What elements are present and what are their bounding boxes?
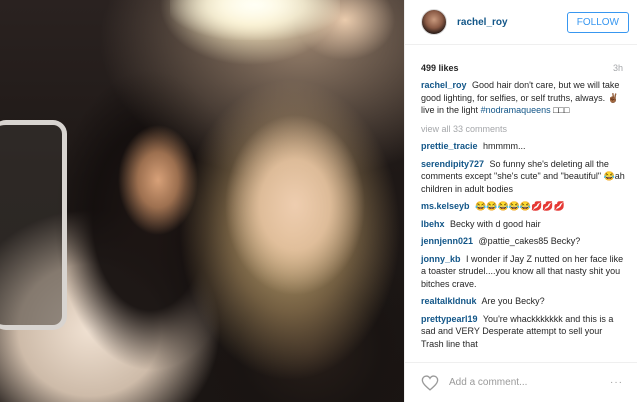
post-sidebar: rachel_roy FOLLOW 499 likes 3h rachel_ro…	[404, 0, 637, 402]
view-all-comments-link[interactable]: view all 33 comments	[421, 123, 627, 136]
comment-item: serendipity727 So funny she's deleting a…	[421, 158, 627, 196]
post-header: rachel_roy FOLLOW	[405, 0, 637, 45]
more-options-icon[interactable]: ···	[610, 377, 623, 388]
comment-text: Are you Becky?	[481, 296, 545, 306]
comment-username[interactable]: jonny_kb	[421, 254, 461, 264]
comment-item: jonny_kb I wonder if Jay Z nutted on her…	[421, 253, 627, 291]
tablet-edge	[0, 120, 67, 330]
heart-icon[interactable]	[421, 374, 439, 391]
add-comment-input[interactable]	[449, 377, 610, 388]
comment-item: realtalkldnuk Are you Becky?	[421, 295, 627, 308]
comment-username[interactable]: lbehx	[421, 219, 445, 229]
comments-list[interactable]: rachel_roy Good hair don't care, but we …	[405, 79, 637, 347]
comment-username[interactable]: realtalkldnuk	[421, 296, 477, 306]
post-photo	[0, 0, 404, 402]
comment-username[interactable]: ms.kelseyb	[421, 201, 470, 211]
comment-item: prettypearl19 You're whackkkkkkk and thi…	[421, 313, 627, 348]
comment-item: prettie_tracie hmmmm...	[421, 140, 627, 153]
comment-text: 😂😂😂😂😂💋💋💋	[475, 201, 565, 211]
caption-hashtag[interactable]: #nodramaqueens	[481, 105, 551, 115]
comment-username[interactable]: jennjenn021	[421, 236, 473, 246]
comment-username[interactable]: prettypearl19	[421, 314, 478, 324]
post-meta: 499 likes 3h	[405, 45, 637, 79]
comment-text: hmmmm...	[483, 141, 526, 151]
avatar[interactable]	[421, 9, 447, 35]
comment-username[interactable]: prettie_tracie	[421, 141, 478, 151]
header-username[interactable]: rachel_roy	[457, 17, 567, 28]
post-time[interactable]: 3h	[613, 63, 623, 73]
comment-text: Becky with d good hair	[450, 218, 541, 229]
comment-item: ms.kelseyb 😂😂😂😂😂💋💋💋	[421, 200, 627, 213]
caption: rachel_roy Good hair don't care, but we …	[421, 79, 627, 117]
comment-username[interactable]: serendipity727	[421, 159, 484, 169]
light-flare	[170, 0, 340, 40]
comment-item: jennjenn021 @pattie_cakes85 Becky?	[421, 235, 627, 248]
comment-item: lbehx Becky with d good hair	[421, 218, 627, 231]
caption-username[interactable]: rachel_roy	[421, 80, 467, 90]
add-comment-bar: ···	[405, 362, 637, 402]
caption-tail: □□□	[550, 105, 570, 115]
follow-button[interactable]: FOLLOW	[566, 11, 629, 33]
likes-count[interactable]: 499 likes	[421, 63, 459, 73]
comment-text: @pattie_cakes85 Becky?	[478, 236, 581, 246]
